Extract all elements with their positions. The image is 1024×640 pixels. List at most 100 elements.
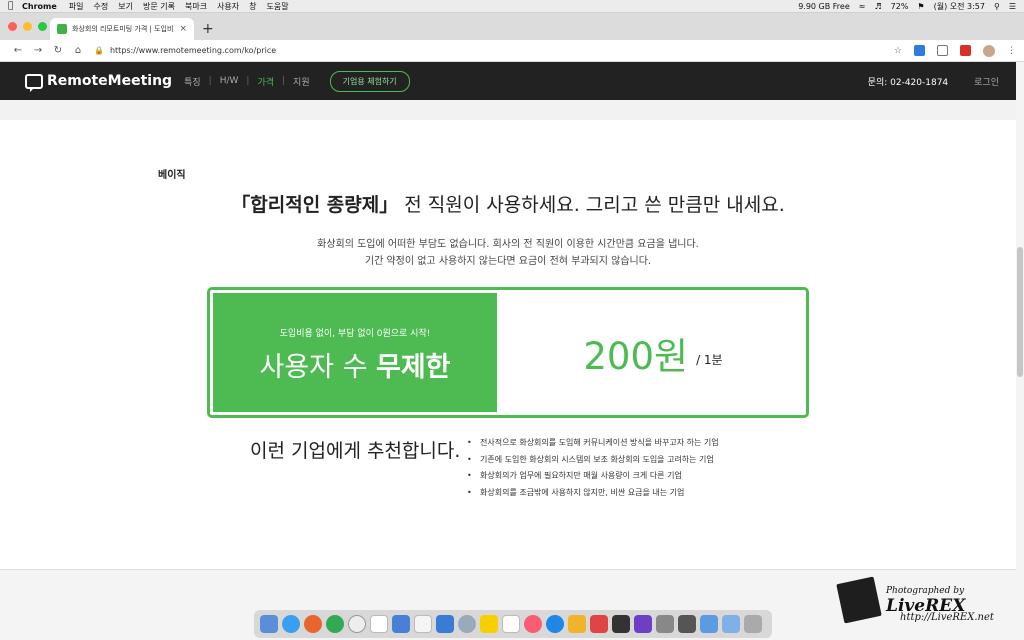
site-nav: 특징 | H/W | 가격 | 지원 <box>184 75 310 88</box>
forward-icon[interactable]: → <box>28 45 48 56</box>
clock-app-icon[interactable] <box>348 615 366 633</box>
menu-file[interactable]: 파일 <box>69 1 84 12</box>
extension-icon[interactable] <box>914 45 925 56</box>
main-content: 베이직 「합리적인 종량제」 전 직원이 사용하세요. 그리고 쓴 만큼만 내세… <box>0 100 1016 570</box>
documents-folder-icon[interactable] <box>722 615 740 633</box>
nav-separator: | <box>282 76 286 86</box>
menu-history[interactable]: 방문 기록 <box>143 1 175 12</box>
volume-icon[interactable]: ♬ <box>874 2 881 11</box>
description-line: 기간 약정이 없고 사용하지 않는다면 요금이 전혀 부과되지 않습니다. <box>364 256 652 267</box>
video-app-icon[interactable] <box>612 615 630 633</box>
content-top-strip <box>0 100 1016 120</box>
menu-edit[interactable]: 수정 <box>94 1 109 12</box>
toolbar-actions: ☆ ⋮ <box>894 44 1016 57</box>
spotlight-search-icon[interactable]: ⚲ <box>994 2 1000 11</box>
list-item: 기존에 도입한 화상회의 시스템의 보조 화상회의 도입을 고려하는 기업 <box>467 452 719 469</box>
close-tab-icon[interactable]: × <box>179 24 187 34</box>
messages-icon[interactable] <box>458 615 476 633</box>
address-bar[interactable]: 🔒 https://www.remotemeeting.com/ko/price <box>94 42 882 59</box>
menubar-status: 9.90 GB Free ≈ ♬ 72% ⚑ (월) 오전 3:57 ⚲ ☰ <box>798 1 1016 12</box>
plan-description: 화상회의 도입에 어떠한 부담도 없습니다. 회사의 전 직원이 이용한 시간만… <box>0 236 1016 270</box>
files-icon[interactable] <box>436 615 454 633</box>
plan-label: 베이직 <box>158 170 186 181</box>
new-tab-button[interactable]: + <box>202 21 214 37</box>
price-box: 도입비용 없이, 부담 없이 0원으로 시작! 사용자 수 무제한 200원 /… <box>207 287 809 418</box>
menu-app-name[interactable]: Chrome <box>22 2 57 11</box>
photo-app-icon[interactable] <box>568 615 586 633</box>
nav-features[interactable]: 특징 <box>184 75 201 88</box>
bookmark-star-icon[interactable]: ☆ <box>894 46 902 56</box>
headline-rest: 전 직원이 사용하세요. 그리고 쓴 만큼만 내세요. <box>398 194 785 216</box>
chat-bubble-icon <box>25 73 43 92</box>
lock-icon[interactable]: 🔒 <box>94 46 104 55</box>
enterprise-trial-button[interactable]: 기업용 체험하기 <box>329 70 410 92</box>
macos-menubar:  Chrome 파일 수정 보기 방문 기록 북마크 사용자 창 도움말 9.… <box>0 0 1024 13</box>
music-icon[interactable] <box>524 615 542 633</box>
unlimited-label: 무제한 <box>376 352 451 383</box>
nav-hardware[interactable]: H/W <box>220 76 239 86</box>
watermark-url: http://LiveREX.net <box>900 612 994 623</box>
clock[interactable]: (월) 오전 3:57 <box>934 1 985 12</box>
tab-title: 화상회의 리모트미팅 가격 | 도입비 2… <box>72 25 175 33</box>
logo-text: RemoteMeeting <box>47 73 173 89</box>
printer-icon[interactable] <box>678 615 696 633</box>
system-preferences-icon[interactable] <box>656 615 674 633</box>
close-window-button[interactable] <box>8 22 17 31</box>
flag-icon[interactable]: ⚑ <box>917 2 924 11</box>
notes-icon[interactable] <box>414 615 432 633</box>
kakaotalk-icon[interactable] <box>480 615 498 633</box>
page-scrollbar[interactable] <box>1016 62 1024 570</box>
zoom-window-button[interactable] <box>38 22 47 31</box>
plan-headline: 「합리적인 종량제」 전 직원이 사용하세요. 그리고 쓴 만큼만 내세요. <box>0 190 1016 217</box>
home-icon[interactable]: ⌂ <box>68 45 88 56</box>
nav-price[interactable]: 가격 <box>257 75 274 88</box>
reminders-icon[interactable] <box>392 615 410 633</box>
price-unit: / 1분 <box>696 353 723 367</box>
browser-tab-strip: 화상회의 리모트미팅 가격 | 도입비 2… × + <box>0 13 1024 40</box>
list-item: 화상회의를 조금밖에 사용하지 않지만, 비싼 요금을 내는 기업 <box>467 485 719 502</box>
scrollbar-thumb[interactable] <box>1017 247 1023 377</box>
menu-window[interactable]: 창 <box>249 1 256 12</box>
price-box-price: 200원 / 1분 <box>497 290 809 415</box>
browser-tab[interactable]: 화상회의 리모트미팅 가격 | 도입비 2… × <box>50 18 194 40</box>
reload-icon[interactable]: ↻ <box>48 45 68 56</box>
pocket-app-icon[interactable] <box>590 615 608 633</box>
menu-view[interactable]: 보기 <box>118 1 133 12</box>
minimize-window-button[interactable] <box>23 22 32 31</box>
app-store-icon[interactable] <box>546 615 564 633</box>
pocket-extension-icon[interactable] <box>937 45 948 56</box>
firefox-icon[interactable] <box>304 615 322 633</box>
price-value: 200원 <box>583 334 689 378</box>
trash-icon[interactable] <box>744 615 762 633</box>
macos-dock <box>254 610 772 638</box>
site-logo[interactable]: RemoteMeeting <box>25 73 173 92</box>
battery-status[interactable]: 72% <box>891 2 909 11</box>
wifi-icon[interactable]: ≈ <box>859 2 866 11</box>
back-icon[interactable]: ← <box>8 45 28 56</box>
login-link[interactable]: 로그인 <box>974 75 999 88</box>
users-label: 사용자 수 <box>259 352 376 383</box>
notification-center-icon[interactable]: ☰ <box>1009 2 1016 11</box>
browser-toolbar: ← → ↻ ⌂ 🔒 https://www.remotemeeting.com/… <box>0 40 1024 62</box>
finder-icon[interactable] <box>260 615 278 633</box>
downloads-folder-icon[interactable] <box>700 615 718 633</box>
recommend-list: 전사적으로 화상회의를 도입해 커뮤니케이션 방식을 바꾸고자 하는 기업 기존… <box>467 435 719 501</box>
chrome-icon[interactable] <box>326 615 344 633</box>
site-favicon-icon <box>57 24 67 34</box>
disk-free-status[interactable]: 9.90 GB Free <box>798 2 850 11</box>
safari-icon[interactable] <box>282 615 300 633</box>
price-box-main: 사용자 수 무제한 <box>213 345 497 384</box>
more-menu-icon[interactable]: ⋮ <box>1007 46 1016 56</box>
record-extension-icon[interactable] <box>960 45 971 56</box>
profile-avatar[interactable] <box>983 44 995 57</box>
apple-icon[interactable]:  <box>8 1 22 11</box>
url-text[interactable]: https://www.remotemeeting.com/ko/price <box>110 46 276 55</box>
nav-support[interactable]: 지원 <box>293 75 310 88</box>
menu-people[interactable]: 사용자 <box>217 1 239 12</box>
photos-edit-icon[interactable] <box>634 615 652 633</box>
calendar-icon[interactable] <box>370 615 388 633</box>
menu-help[interactable]: 도움말 <box>267 1 289 12</box>
slack-icon[interactable] <box>502 615 520 633</box>
list-item: 전사적으로 화상회의를 도입해 커뮤니케이션 방식을 바꾸고자 하는 기업 <box>467 435 719 452</box>
menu-bookmarks[interactable]: 북마크 <box>185 1 207 12</box>
